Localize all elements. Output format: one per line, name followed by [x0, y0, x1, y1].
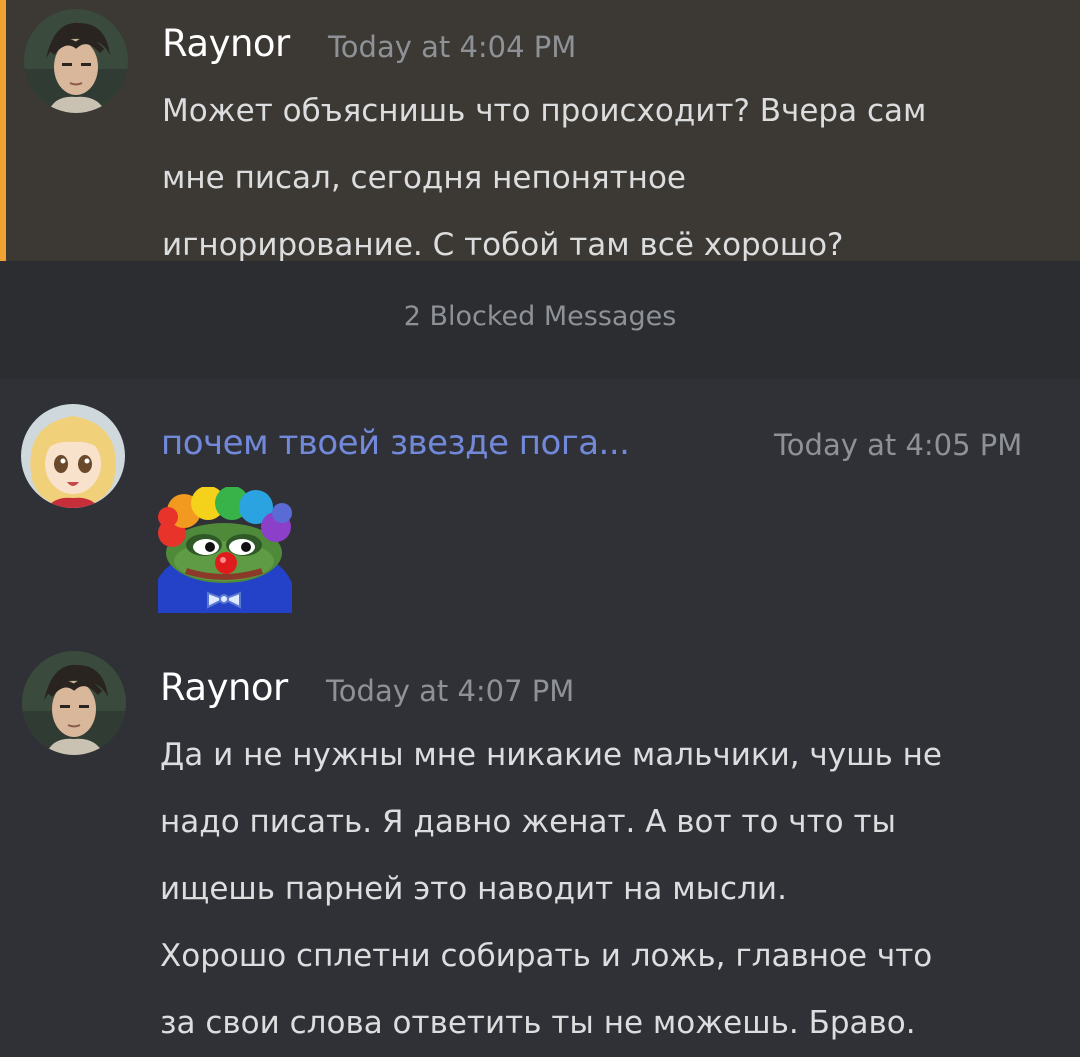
message-raynor-404: Raynor Today at 4:04 PM Может объяснишь …: [0, 0, 1080, 263]
message-timestamp: Today at 4:04 PM: [328, 30, 577, 64]
blocked-messages-label[interactable]: 2 Blocked Messages: [0, 301, 1080, 332]
message-text: Да и не нужны мне никакие мальчики, чушь…: [160, 737, 942, 1041]
clown-pepe-sticker[interactable]: [158, 486, 292, 613]
raynor-avatar[interactable]: [24, 9, 128, 113]
message-raynor-407: Raynor Today at 4:07 PM Да и не нужны мн…: [0, 640, 1080, 1041]
message-username[interactable]: Raynor: [160, 666, 288, 709]
raynor-avatar[interactable]: [22, 651, 126, 755]
message-timestamp: Today at 4:07 PM: [326, 674, 575, 708]
message-timestamp: Today at 4:05 PM: [774, 428, 1023, 462]
message-text: Может объяснишь что происходит? Вчера са…: [162, 93, 927, 263]
user-avatar[interactable]: [21, 404, 125, 508]
message-username[interactable]: почем твоей звезде пога...: [161, 423, 630, 463]
message-username[interactable]: Raynor: [162, 22, 290, 65]
